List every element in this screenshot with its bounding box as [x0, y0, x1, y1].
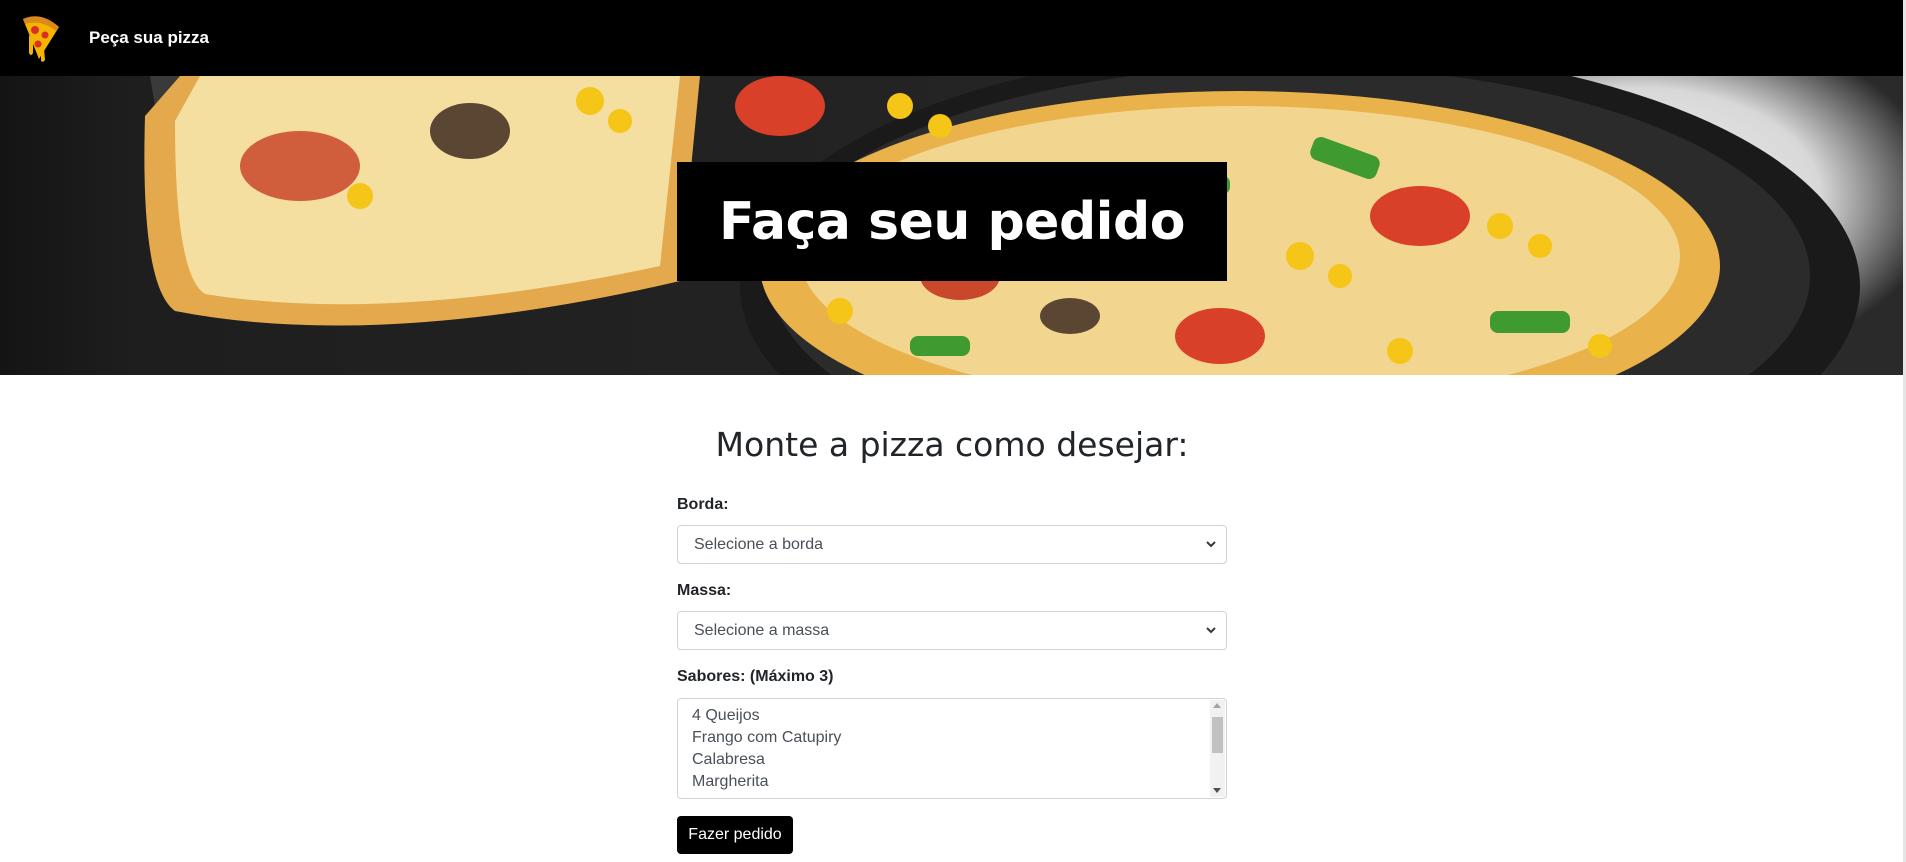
scroll-up-arrow-icon[interactable]: [1213, 703, 1221, 708]
massa-select-value: Selecione a massa: [694, 621, 830, 639]
sabores-multiselect[interactable]: 4 Queijos Frango com Catupiry Calabresa …: [677, 698, 1227, 799]
scroll-down-arrow-icon[interactable]: [1213, 788, 1221, 793]
navbar: Peça sua pizza: [0, 0, 1906, 76]
chevron-down-icon: [1206, 627, 1216, 634]
fazer-pedido-button[interactable]: Fazer pedido: [677, 816, 793, 854]
hero-title: Faça seu pedido: [719, 191, 1185, 252]
hero-banner: Faça seu pedido: [0, 76, 1906, 375]
borda-select-value: Selecione a borda: [694, 535, 823, 553]
sabor-option[interactable]: Margherita: [692, 771, 1226, 793]
brand-link[interactable]: Peça sua pizza: [89, 28, 209, 48]
sabor-option[interactable]: Frango com Catupiry: [692, 727, 1226, 749]
scrollbar-thumb[interactable]: [1212, 717, 1223, 753]
chevron-down-icon: [1206, 541, 1216, 548]
pizza-slice-icon[interactable]: [19, 13, 61, 63]
massa-label: Massa:: [677, 582, 732, 599]
hero-title-box: Faça seu pedido: [677, 162, 1227, 281]
massa-select[interactable]: Selecione a massa: [677, 611, 1227, 650]
sabores-options: 4 Queijos Frango com Catupiry Calabresa …: [678, 699, 1226, 793]
sabor-option[interactable]: 4 Queijos: [692, 705, 1226, 727]
borda-select[interactable]: Selecione a borda: [677, 525, 1227, 564]
form-heading: Monte a pizza como desejar:: [715, 425, 1189, 464]
borda-label: Borda:: [677, 496, 729, 513]
sabor-option[interactable]: Calabresa: [692, 749, 1226, 771]
sabores-label: Sabores: (Máximo 3): [677, 668, 834, 685]
